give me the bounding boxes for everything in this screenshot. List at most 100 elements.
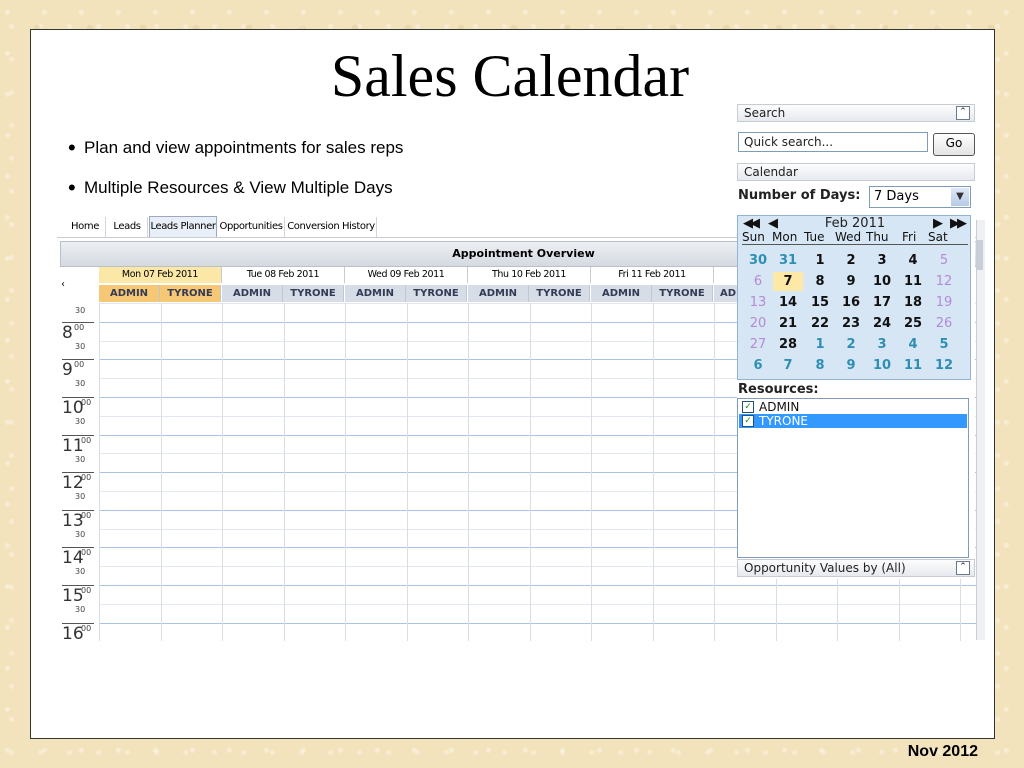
weekday-label: Mon bbox=[772, 230, 798, 244]
calendar-day[interactable]: 13 bbox=[743, 293, 773, 312]
next-month-icon[interactable]: ▶ bbox=[933, 216, 943, 231]
resource-column-header[interactable]: TYRONE bbox=[283, 285, 344, 302]
resource-column-header[interactable]: ADMIN bbox=[345, 285, 406, 302]
mini-calendar: ◀◀ ◀ Feb 2011 ▶ ▶▶ Sun Mon Tue Wed Thu Fri Sat… bbox=[737, 215, 971, 380]
tab-home[interactable]: Home bbox=[65, 217, 106, 237]
calendar-day[interactable]: 10 bbox=[867, 272, 897, 291]
calendar-day[interactable]: 31 bbox=[773, 251, 803, 270]
resources-list: ✓ ADMIN ✓ TYRONE bbox=[737, 398, 969, 558]
number-of-days-label: Number of Days: bbox=[738, 188, 861, 203]
resource-item-admin[interactable]: ✓ ADMIN bbox=[739, 400, 967, 414]
day-header-mon[interactable]: Mon 07 Feb 2011 bbox=[99, 267, 222, 283]
search-section-header[interactable]: Search ⌃ bbox=[737, 104, 975, 122]
minute-label: 00 bbox=[81, 435, 92, 445]
day-header-fri[interactable]: Fri 11 Feb 2011 bbox=[591, 267, 714, 283]
calendar-day[interactable]: 17 bbox=[867, 293, 897, 312]
resource-column-header[interactable]: TYRONE bbox=[160, 285, 221, 302]
scroll-left-icon[interactable]: ‹ bbox=[61, 279, 65, 290]
grid-column-line bbox=[160, 303, 162, 641]
tab-opportunities[interactable]: Opportunities bbox=[218, 217, 285, 237]
day-header-tue[interactable]: Tue 08 Feb 2011 bbox=[222, 267, 345, 283]
calendar-day[interactable]: 21 bbox=[773, 314, 803, 333]
go-button[interactable]: Go bbox=[933, 133, 975, 156]
resource-column-header[interactable]: TYRONE bbox=[652, 285, 713, 302]
minute-label: 00 bbox=[81, 548, 92, 558]
hour-label: 9 bbox=[62, 360, 73, 381]
day-header-wed[interactable]: Wed 09 Feb 2011 bbox=[345, 267, 468, 283]
quick-search-input[interactable]: Quick search... bbox=[738, 132, 928, 152]
checkbox-checked-icon[interactable]: ✓ bbox=[742, 401, 754, 413]
calendar-day[interactable]: 12 bbox=[929, 356, 959, 375]
vertical-scrollbar[interactable] bbox=[976, 220, 985, 640]
collapse-icon[interactable]: ⌃ bbox=[956, 106, 970, 120]
resource-column-header[interactable]: ADMIN bbox=[591, 285, 652, 302]
calendar-day[interactable]: 9 bbox=[836, 272, 866, 291]
scrollbar-thumb[interactable] bbox=[977, 240, 983, 270]
calendar-day[interactable]: 7 bbox=[773, 356, 803, 375]
side-panel: Search ⌃ Quick search... Go Calendar Num… bbox=[737, 104, 975, 579]
calendar-day[interactable]: 18 bbox=[898, 293, 928, 312]
resource-column-header[interactable]: ADMIN bbox=[222, 285, 283, 302]
calendar-day[interactable]: 3 bbox=[867, 251, 897, 270]
resource-item-tyrone[interactable]: ✓ TYRONE bbox=[739, 414, 967, 428]
calendar-day[interactable]: 2 bbox=[836, 335, 866, 354]
weekday-label: Sun bbox=[742, 230, 765, 244]
tab-leads[interactable]: Leads bbox=[107, 217, 148, 237]
calendar-day[interactable]: 6 bbox=[743, 272, 773, 291]
resource-column-header[interactable]: TYRONE bbox=[529, 285, 590, 302]
calendar-day[interactable]: 15 bbox=[805, 293, 835, 312]
bullet-list: • Plan and view appointments for sales re… bbox=[68, 135, 403, 218]
calendar-day[interactable]: 1 bbox=[805, 251, 835, 270]
number-of-days-select[interactable]: 7 Days ▼ bbox=[869, 186, 971, 208]
calendar-day[interactable]: 24 bbox=[867, 314, 897, 333]
calendar-day[interactable]: 25 bbox=[898, 314, 928, 333]
calendar-day[interactable]: 1 bbox=[805, 335, 835, 354]
calendar-day[interactable]: 11 bbox=[898, 356, 928, 375]
bullet-dot: • bbox=[68, 135, 76, 160]
calendar-day[interactable]: 26 bbox=[929, 314, 959, 333]
chevron-down-icon[interactable]: ▼ bbox=[951, 188, 969, 206]
day-header-thu[interactable]: Thu 10 Feb 2011 bbox=[468, 267, 591, 283]
opportunity-values-header[interactable]: Opportunity Values by (All) ⌃ bbox=[737, 559, 975, 577]
calendar-day[interactable]: 2 bbox=[836, 251, 866, 270]
calendar-day[interactable]: 20 bbox=[743, 314, 773, 333]
tab-leads-planner[interactable]: Leads Planner bbox=[149, 216, 217, 237]
resources-label: Resources: bbox=[738, 382, 819, 397]
resource-column-header[interactable]: ADMIN bbox=[99, 285, 160, 302]
calendar-day[interactable]: 10 bbox=[867, 356, 897, 375]
calendar-day[interactable]: 12 bbox=[929, 272, 959, 291]
calendar-section-header[interactable]: Calendar bbox=[737, 163, 975, 181]
resource-column-header[interactable]: ADMIN bbox=[468, 285, 529, 302]
tab-conversion-history[interactable]: Conversion History bbox=[286, 217, 377, 237]
calendar-day[interactable]: 30 bbox=[743, 251, 773, 270]
calendar-day[interactable]: 28 bbox=[773, 335, 803, 354]
grid-column-line bbox=[591, 303, 592, 641]
checkbox-checked-icon[interactable]: ✓ bbox=[742, 415, 754, 427]
calendar-day[interactable]: 5 bbox=[929, 251, 959, 270]
calendar-day[interactable]: 27 bbox=[743, 335, 773, 354]
calendar-day[interactable]: 5 bbox=[929, 335, 959, 354]
calendar-day[interactable]: 7 bbox=[773, 272, 803, 291]
calendar-day[interactable]: 6 bbox=[743, 356, 773, 375]
resource-column-header[interactable]: TYRONE bbox=[406, 285, 467, 302]
grid-column-line bbox=[99, 303, 100, 641]
calendar-day[interactable]: 9 bbox=[836, 356, 866, 375]
calendar-day[interactable]: 8 bbox=[805, 356, 835, 375]
calendar-day[interactable]: 4 bbox=[898, 335, 928, 354]
minute-label: 00 bbox=[81, 623, 92, 633]
calendar-day[interactable]: 4 bbox=[898, 251, 928, 270]
slide-footer-date: Nov 2012 bbox=[907, 743, 978, 760]
calendar-day[interactable]: 14 bbox=[773, 293, 803, 312]
calendar-day[interactable]: 22 bbox=[805, 314, 835, 333]
calendar-day[interactable]: 23 bbox=[836, 314, 866, 333]
half-hour-label: 30 bbox=[75, 529, 86, 539]
collapse-icon[interactable]: ⌃ bbox=[956, 561, 970, 575]
calendar-day[interactable]: 11 bbox=[898, 272, 928, 291]
calendar-day[interactable]: 19 bbox=[929, 293, 959, 312]
next-year-icon[interactable]: ▶▶ bbox=[950, 216, 967, 231]
calendar-day[interactable]: 3 bbox=[867, 335, 897, 354]
grid-column-line bbox=[714, 303, 715, 641]
weekday-label: Tue bbox=[804, 230, 825, 244]
calendar-day[interactable]: 8 bbox=[805, 272, 835, 291]
calendar-day[interactable]: 16 bbox=[836, 293, 866, 312]
